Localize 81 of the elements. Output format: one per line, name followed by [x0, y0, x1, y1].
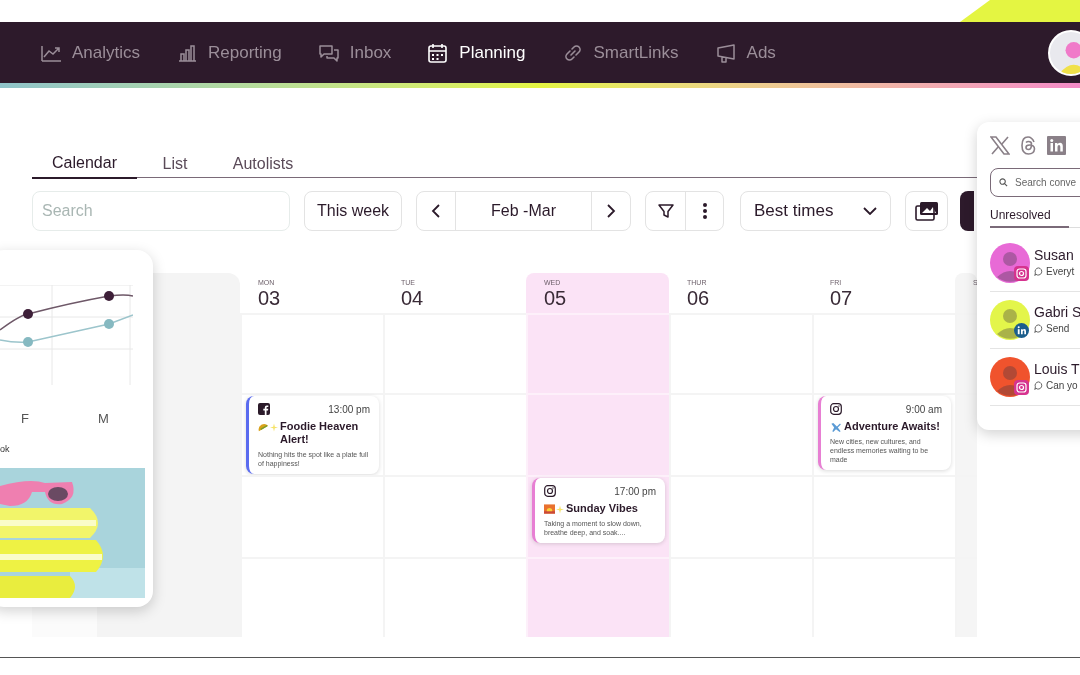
axis-label: M	[98, 410, 109, 428]
post-title: Adventure Awaits!	[844, 420, 940, 433]
view-tab[interactable]: Calendar	[32, 148, 137, 179]
post-time: 17:00 pm	[614, 484, 656, 499]
day-number: 03	[258, 287, 282, 309]
image-icon	[914, 201, 939, 221]
calendar-slot[interactable]	[669, 557, 812, 637]
calendar-slot[interactable]	[240, 475, 383, 557]
day-number: 05	[544, 287, 568, 309]
chart-point	[104, 291, 114, 301]
message-preview: Send	[1046, 322, 1070, 336]
nav-item[interactable]: Ads	[714, 39, 776, 66]
day-number: 06	[687, 287, 711, 309]
view-tab[interactable]: Autolists	[213, 148, 313, 179]
calendar-slot[interactable]	[526, 557, 669, 637]
this-week-button[interactable]: This week	[304, 191, 403, 231]
post-time: 13:00 pm	[328, 402, 370, 417]
facebook-icon	[258, 403, 270, 415]
search-icon	[999, 178, 1008, 187]
chart-point	[104, 319, 114, 329]
threads-icon	[1020, 135, 1037, 155]
nav-item[interactable]: Inbox	[317, 39, 392, 66]
instagram-badge-icon	[1014, 266, 1029, 281]
conversation-search-field[interactable]: Search conve	[990, 168, 1080, 197]
linkedin-icon	[1047, 135, 1066, 155]
calendar-slot[interactable]	[669, 313, 812, 393]
nav-item[interactable]: Reporting	[176, 39, 282, 66]
calendar-slot[interactable]	[526, 393, 669, 475]
caret-icon	[863, 207, 878, 215]
chat-bubble-icon	[1034, 267, 1043, 276]
message-preview: Can yo	[1046, 379, 1078, 393]
search-field[interactable]: Search	[32, 191, 290, 231]
x-logo-icon	[990, 135, 1010, 155]
calendar-slot[interactable]	[669, 393, 812, 475]
best-times-dropdown[interactable]: Best times	[740, 191, 892, 231]
calendar-slot[interactable]	[669, 475, 812, 557]
conversation-item[interactable]: Louis T Can yo	[990, 349, 1080, 406]
post-title: Foodie Heaven Alert!	[280, 420, 360, 446]
view-tab[interactable]: List	[141, 148, 209, 179]
chat-bubbles-icon	[317, 42, 340, 63]
megaphone-icon	[714, 42, 737, 63]
legend-label: ok	[0, 443, 10, 456]
day-number: 04	[401, 287, 425, 309]
chat-bubble-icon	[1034, 381, 1043, 390]
calendar-icon	[427, 42, 450, 63]
chevron-left-icon	[431, 203, 442, 219]
sunset-icon	[544, 504, 555, 514]
day-number: 07	[830, 287, 854, 309]
airplane-icon	[830, 422, 842, 433]
nav-item[interactable]: SmartLinks	[561, 39, 679, 66]
chevron-right-icon	[606, 203, 617, 219]
calendar-slot[interactable]	[526, 313, 669, 393]
date-range: Feb -Mar	[490, 201, 557, 221]
action-button[interactable]	[960, 191, 975, 231]
contact-name: Susan	[1034, 247, 1075, 264]
sparkle-icon	[270, 423, 278, 432]
axis-label: F	[21, 410, 29, 428]
instagram-icon	[544, 485, 556, 497]
instagram-icon	[830, 403, 842, 415]
conversation-item[interactable]: Gabri S Send	[990, 292, 1080, 349]
unresolved-tab[interactable]: Unresolved	[990, 206, 1069, 228]
more-icon	[702, 202, 707, 220]
nav-item[interactable]: Analytics	[40, 39, 141, 66]
chart-point	[23, 337, 33, 347]
conversation-item[interactable]: Susan Everyt	[990, 235, 1080, 292]
chat-bubble-icon	[1034, 324, 1043, 333]
bar-chart-icon	[176, 42, 199, 63]
message-preview: Everyt	[1046, 265, 1075, 279]
contact-name: Gabri S	[1034, 304, 1080, 321]
calendar-slot[interactable]	[383, 313, 526, 393]
instagram-badge-icon	[1014, 380, 1029, 395]
media-button[interactable]	[905, 191, 949, 231]
contact-name: Louis T	[1034, 361, 1080, 378]
post-title: Sunday Vibes	[566, 502, 638, 515]
sparkle-icon	[556, 504, 564, 514]
post-time: 9:00 am	[905, 402, 942, 417]
linkedin-badge-icon	[1014, 323, 1029, 338]
filter-icon	[656, 202, 675, 220]
chart-point	[23, 309, 33, 319]
nav-item[interactable]: Planning	[427, 39, 526, 66]
taco-icon	[258, 422, 269, 433]
